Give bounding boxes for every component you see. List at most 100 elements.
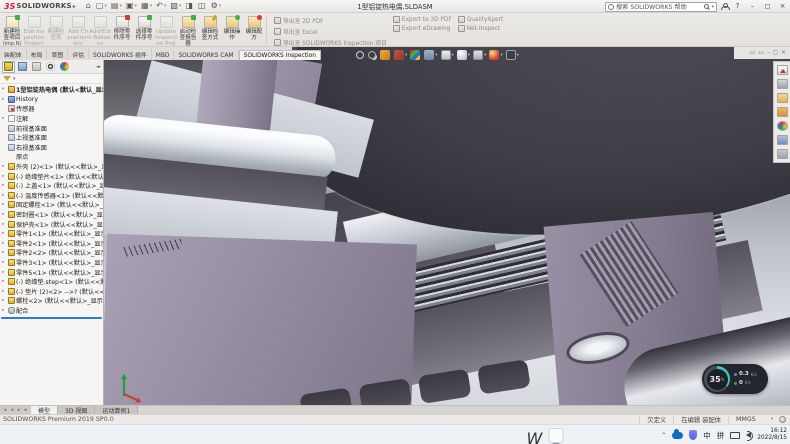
graphics-viewport[interactable]: ▾ ▾ ▾ ▾ ▾ ▾ ▾ bbox=[104, 47, 790, 405]
tree-item[interactable]: ▸ 密封圈<1> (默认<<默认>_显示状 bbox=[0, 210, 103, 220]
doc-window-button[interactable]: ◻ bbox=[773, 50, 778, 56]
quick-access-button[interactable]: ⌂ bbox=[86, 2, 92, 10]
tree-item[interactable]: ▸ 注解 bbox=[0, 114, 103, 124]
displaymanager-tab[interactable] bbox=[58, 61, 71, 73]
task-pane-icon[interactable] bbox=[777, 79, 788, 89]
menu-flyout-icon[interactable]: ▸ bbox=[73, 3, 76, 10]
tree-item[interactable]: ▸ 配合 bbox=[0, 306, 103, 316]
taskbar-app[interactable]: W bbox=[526, 428, 541, 443]
export-menu-item[interactable]: 导出至 2D PDF bbox=[274, 16, 387, 25]
expand-arrow-icon[interactable]: ▸ bbox=[2, 193, 7, 198]
expand-arrow-icon[interactable]: ▸ bbox=[2, 97, 7, 102]
display-tray-icon[interactable] bbox=[730, 432, 740, 439]
taskbar-app[interactable] bbox=[342, 428, 357, 443]
quick-access-button[interactable]: ▣▾ bbox=[126, 2, 137, 10]
ribbon-button[interactable]: Update Inspection Project bbox=[155, 14, 177, 45]
expand-arrow-icon[interactable]: ▸ bbox=[2, 222, 7, 227]
command-tab[interactable]: 布局 bbox=[27, 48, 48, 60]
tab-scroll-arrow-icon[interactable]: ◂ bbox=[2, 407, 8, 413]
tree-root-item[interactable]: ▾ 1型铝锭热电偶 (默认<默认_显示状态-1 bbox=[0, 85, 103, 95]
tree-item[interactable]: ▸ 原点 bbox=[0, 152, 103, 162]
help-button[interactable]: ? bbox=[732, 1, 743, 12]
ribbon-button[interactable]: Add Characteristic bbox=[67, 14, 89, 45]
search-caret-icon[interactable]: ▾ bbox=[711, 4, 714, 10]
quick-access-button[interactable]: ▢▾ bbox=[96, 2, 107, 10]
taskbar-app[interactable] bbox=[411, 428, 426, 443]
heads-up-button[interactable] bbox=[380, 50, 391, 60]
tree-item[interactable]: ▸ 螺栓<2> (默认<<默认>_显示状态 bbox=[0, 296, 103, 306]
ribbon-button[interactable]: 新建检查项目 (imp.N) bbox=[1, 14, 23, 45]
task-pane-icon[interactable] bbox=[777, 107, 788, 117]
quick-access-button[interactable]: ▧▾ bbox=[170, 2, 181, 10]
tab-scroll-arrow-icon[interactable]: ▸ bbox=[16, 407, 22, 413]
tree-item[interactable]: ▸ 零件2<1> (默认<<默认>_显示状态 bbox=[0, 239, 103, 249]
ribbon-button[interactable]: 选择零件序号 bbox=[133, 14, 155, 45]
taskbar-app[interactable] bbox=[227, 428, 242, 443]
export-menu-item[interactable]: QualityXpert bbox=[458, 16, 504, 23]
restore-button[interactable]: ◻ bbox=[762, 1, 773, 12]
expand-arrow-icon[interactable]: ▸ bbox=[2, 231, 7, 236]
doc-window-button[interactable]: ▭ bbox=[758, 50, 764, 56]
expand-arrow-icon[interactable]: ▸ bbox=[2, 174, 7, 179]
taskbar-app[interactable] bbox=[434, 428, 449, 443]
taskbar-app[interactable] bbox=[250, 428, 265, 443]
onedrive-icon[interactable] bbox=[672, 432, 683, 439]
command-tab[interactable]: SOLIDWORKS CAM bbox=[174, 51, 238, 60]
tree-item[interactable]: ▸ 前视基准面 bbox=[0, 123, 103, 133]
doc-window-button[interactable]: × bbox=[781, 50, 786, 56]
taskbar-app[interactable] bbox=[296, 428, 311, 443]
taskbar-app[interactable] bbox=[365, 428, 380, 443]
export-menu-item[interactable]: 导出至 SOLIDWORKS Inspection 项目 bbox=[274, 38, 387, 47]
expand-arrow-icon[interactable]: ▸ bbox=[2, 250, 7, 255]
tree-item[interactable]: ▸ 右视基准面 bbox=[0, 143, 103, 153]
task-pane-icon[interactable] bbox=[777, 65, 788, 75]
doc-window-button[interactable]: – bbox=[767, 50, 770, 56]
dimxpertmanager-tab[interactable] bbox=[44, 61, 57, 73]
expand-arrow-icon[interactable]: ▸ bbox=[2, 298, 7, 303]
ribbon-button[interactable]: 移除零件序号 bbox=[111, 14, 133, 45]
ribbon-button[interactable]: 编辑配方 bbox=[243, 14, 265, 45]
security-shield-icon[interactable] bbox=[689, 430, 697, 440]
heads-up-button[interactable]: ▾ bbox=[506, 50, 519, 60]
tab-scroll-arrow-icon[interactable]: ▸ bbox=[23, 407, 29, 413]
quick-access-button[interactable]: ⚙▾ bbox=[211, 2, 222, 10]
tree-item[interactable]: ▸ 零件1<1> (默认<<默认>_显示状态 bbox=[0, 229, 103, 239]
tree-item[interactable]: ▸ 零件5<1> (默认<<默认>_显示状态 bbox=[0, 267, 103, 277]
tree-item[interactable]: ▸ 零件3<1> (默认<<默认>_显示状态 bbox=[0, 258, 103, 268]
task-pane-icon[interactable] bbox=[777, 135, 788, 145]
taskbar-app[interactable] bbox=[273, 428, 288, 443]
search-input[interactable]: 搜索 SOLIDWORKS 帮助 ▾ bbox=[605, 2, 717, 12]
panel-tab-overflow-icon[interactable]: ◂▸ bbox=[96, 64, 101, 70]
ribbon-button[interactable]: Edit Inspection Project bbox=[23, 14, 45, 45]
taskbar-app[interactable] bbox=[480, 428, 495, 443]
expand-arrow-icon[interactable]: ▸ bbox=[2, 241, 7, 246]
propertymanager-tab[interactable] bbox=[16, 61, 29, 73]
command-tab[interactable]: MBD bbox=[152, 51, 175, 60]
tree-item[interactable]: ▸ 传感器 bbox=[0, 104, 103, 114]
tree-filter[interactable]: ▾ bbox=[0, 74, 103, 84]
ribbon-button[interactable]: 启动检查报告器 bbox=[177, 14, 199, 45]
tree-item[interactable]: ▸ (-) 绝缘垫.step<1> (默认<<默认 bbox=[0, 277, 103, 287]
heads-up-button[interactable] bbox=[368, 51, 377, 59]
login-icon[interactable] bbox=[721, 3, 728, 10]
heads-up-button[interactable]: ▾ bbox=[473, 50, 486, 60]
tree-item[interactable]: ▸ 上视基准面 bbox=[0, 133, 103, 143]
expand-arrow-icon[interactable]: ▸ bbox=[2, 202, 7, 207]
taskbar-app[interactable] bbox=[457, 428, 472, 443]
model-tab[interactable]: 模型 bbox=[31, 406, 58, 414]
ribbon-button[interactable]: 新建检查表 bbox=[45, 14, 67, 45]
ime-language-indicator[interactable]: 中 bbox=[703, 430, 711, 441]
volume-icon[interactable] bbox=[746, 432, 751, 438]
quick-access-button[interactable]: ◫ bbox=[198, 2, 207, 10]
heads-up-button[interactable]: ▾ bbox=[394, 50, 407, 60]
configurationmanager-tab[interactable] bbox=[30, 61, 43, 73]
heads-up-button[interactable]: ▾ bbox=[424, 50, 437, 60]
featuremanager-tab[interactable] bbox=[2, 61, 15, 73]
expand-arrow-icon[interactable]: ▸ bbox=[2, 183, 7, 188]
expand-arrow-icon[interactable]: ▸ bbox=[2, 212, 7, 217]
task-pane-icon[interactable] bbox=[777, 149, 788, 159]
export-menu-item[interactable]: 导出至 Excel bbox=[274, 27, 387, 36]
task-pane-icon[interactable] bbox=[777, 121, 788, 131]
ribbon-button[interactable]: 编辑检查方式 bbox=[199, 14, 221, 45]
tree-item[interactable]: ▸ 外壳 (2)<1> (默认<<默认>_显示状 bbox=[0, 162, 103, 172]
